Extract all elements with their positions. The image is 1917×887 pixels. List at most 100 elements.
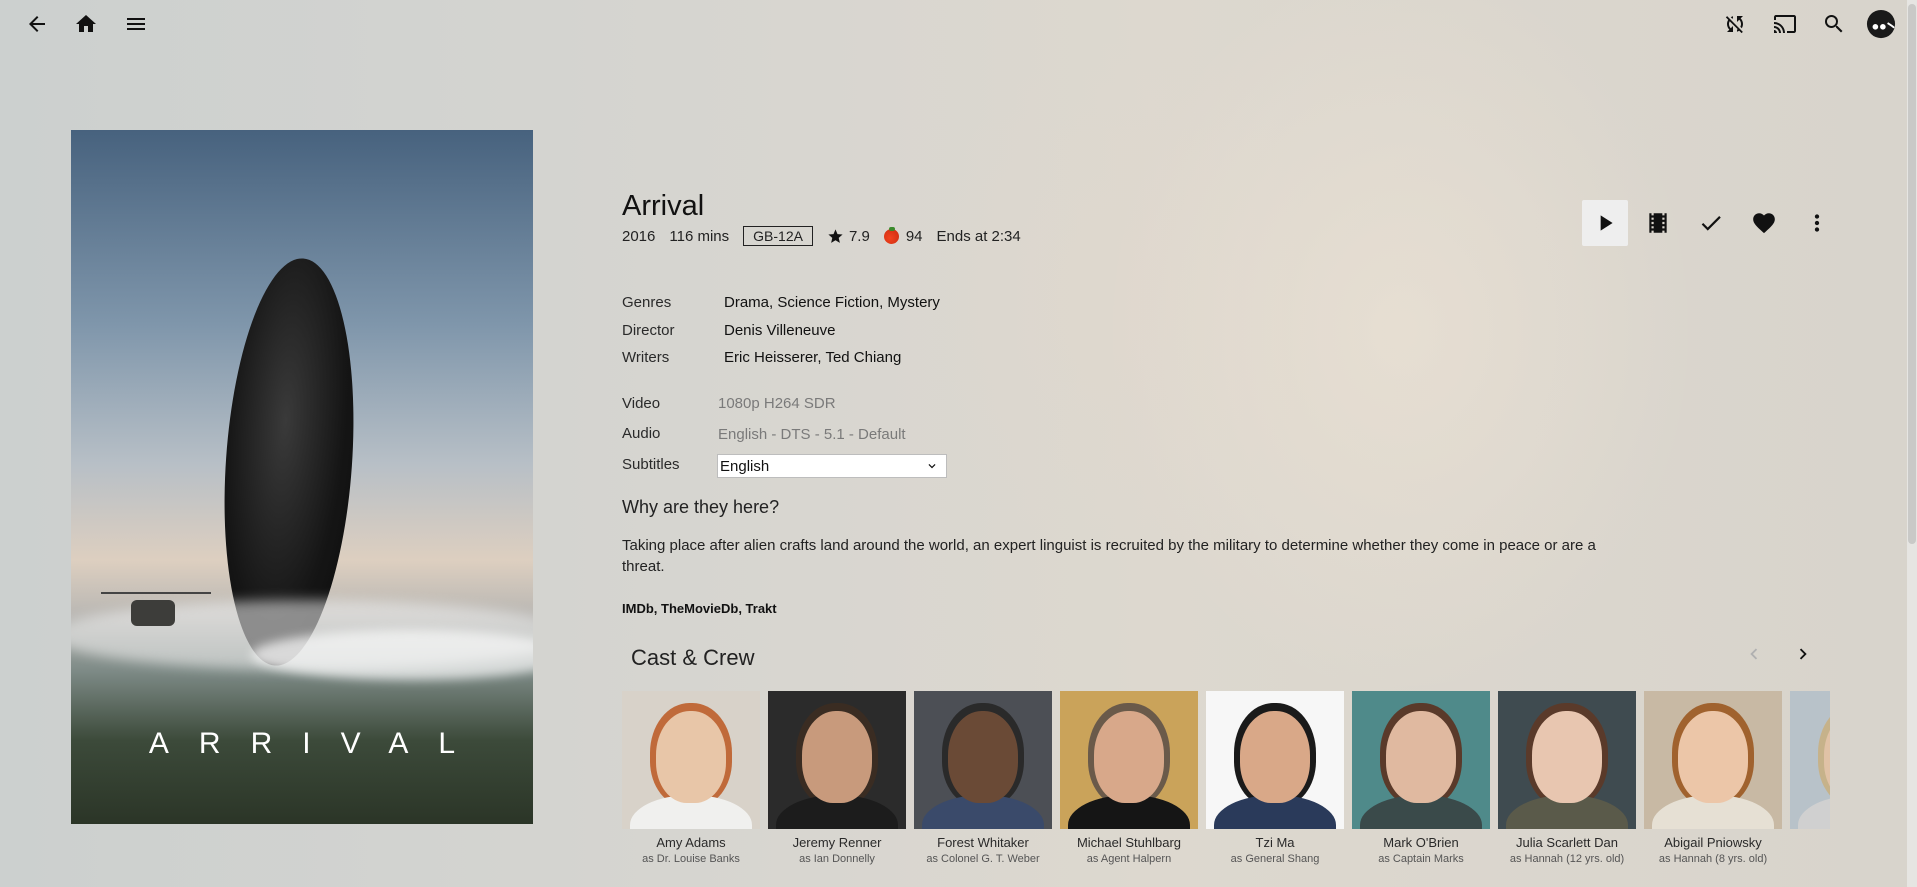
cast-card[interactable]: Tzi Ma as General Shang (1206, 691, 1344, 865)
cast-role: as Colonel G. T. Weber (926, 853, 1040, 865)
play-button[interactable] (1582, 200, 1628, 246)
cast-photo[interactable] (622, 691, 760, 829)
cast-role: as Agent Halpern (1086, 853, 1172, 865)
user-avatar-icon[interactable] (1866, 9, 1896, 39)
cast-name[interactable]: Michael Stuhlbarg (1060, 835, 1198, 850)
runtime: 116 mins (669, 227, 730, 245)
subtitles-select[interactable]: English (717, 454, 947, 478)
top-bar (0, 0, 1905, 50)
cast-photo[interactable] (1060, 691, 1198, 829)
scroll-prev-button[interactable] (1742, 642, 1766, 666)
check-icon (1701, 216, 1721, 231)
poster-helicopter (131, 600, 175, 626)
cast-card[interactable]: Amy Adams as Dr. Louise Banks (622, 691, 760, 865)
cast-photo[interactable] (1790, 691, 1830, 829)
imdb-link[interactable]: IMDb (622, 601, 654, 616)
cast-card[interactable]: Julia Scarlett Dan as Hannah (12 yrs. old… (1498, 691, 1636, 865)
cast-photo[interactable] (914, 691, 1052, 829)
subtitles-label: Subtitles (622, 456, 680, 473)
genre-link[interactable]: Drama (724, 294, 769, 311)
scrollbar-thumb[interactable] (1908, 4, 1916, 544)
cast-card[interactable]: Forest Whitaker as Colonel G. T. Weber (914, 691, 1052, 865)
cast-card[interactable]: Jeremy Renner as Ian Donnelly (768, 691, 906, 865)
tagline: Why are they here? (622, 497, 780, 517)
cast-name[interactable]: Tzi Ma (1206, 835, 1344, 850)
more-button[interactable] (1794, 200, 1840, 246)
writer-link[interactable]: Eric Heisserer (724, 349, 817, 366)
ends-at: Ends at 2:34 (936, 227, 1021, 245)
cast-photo[interactable] (768, 691, 906, 829)
cast-role: as Hannah (8 yrs. old) (1658, 853, 1768, 865)
year: 2016 (622, 227, 656, 245)
community-rating: 7.9 (848, 227, 870, 245)
cast-card[interactable]: Ja... as Ha... (1790, 691, 1830, 865)
genre-link[interactable]: Science Fiction (777, 294, 879, 311)
director-link[interactable]: Denis Villeneuve (724, 322, 835, 339)
cast-photo-face (948, 711, 1018, 803)
writer-link[interactable]: Ted Chiang (825, 349, 901, 366)
overview: Taking place after alien crafts land aro… (622, 537, 1596, 575)
cast-photo-face (1678, 711, 1748, 803)
home-icon[interactable] (71, 9, 101, 39)
cast-name[interactable]: Ja... (1790, 835, 1830, 850)
external-links: IMDb, TheMovieDb, Trakt (622, 601, 777, 616)
critic-rating: 94 (905, 227, 923, 245)
genre-link[interactable]: Mystery (887, 294, 940, 311)
cast-name[interactable]: Abigail Pniowsky (1644, 835, 1782, 850)
media-info: 2016 116 mins GB-12A 7.9 94 Ends at 2:34 (622, 226, 1035, 246)
page-scrollbar[interactable] (1907, 0, 1917, 887)
scroll-next-button[interactable] (1791, 642, 1815, 666)
video-value: 1080p H264 SDR (718, 395, 836, 412)
film-icon (1649, 213, 1667, 233)
favorite-button[interactable] (1741, 200, 1787, 246)
chevron-right-icon (1799, 648, 1807, 660)
cast-icon[interactable] (1770, 9, 1800, 39)
director-value: Denis Villeneuve (724, 322, 835, 339)
poster-image[interactable]: ARRIVAL (71, 130, 533, 824)
cast-photo[interactable] (1206, 691, 1344, 829)
cast-card[interactable]: Michael Stuhlbarg as Agent Halpern (1060, 691, 1198, 865)
video-label: Video (622, 395, 661, 412)
heart-icon (1753, 213, 1775, 234)
cast-photo[interactable] (1498, 691, 1636, 829)
trailer-button[interactable] (1635, 200, 1681, 246)
tmdb-link[interactable]: TheMovieDb (661, 601, 738, 616)
cast-card[interactable]: Mark O'Brien as Captain Marks (1352, 691, 1490, 865)
cast-photo-face (1386, 711, 1456, 803)
cast-name[interactable]: Julia Scarlett Dan (1498, 835, 1636, 850)
trakt-link[interactable]: Trakt (746, 601, 777, 616)
cast-photo-shoulders (1798, 795, 1830, 829)
cast-name[interactable]: Amy Adams (622, 835, 760, 850)
cast-name[interactable]: Mark O'Brien (1352, 835, 1490, 850)
poster-cloud (251, 630, 533, 680)
cast-name[interactable]: Jeremy Renner (768, 835, 906, 850)
cast-list: Amy Adams as Dr. Louise Banks Jeremy Renne… (622, 691, 1830, 887)
page-title: Arrival (622, 190, 705, 222)
cast-photo-face (656, 711, 726, 803)
cast-name[interactable]: Forest Whitaker (914, 835, 1052, 850)
cast-card[interactable]: Abigail Pniowsky as Hannah (8 yrs. old) (1644, 691, 1782, 865)
star-icon (828, 228, 843, 243)
cast-role: as Captain Marks (1378, 853, 1464, 865)
cast-role: as Ian Donnelly (799, 853, 875, 865)
cast-photo-face (1094, 711, 1164, 803)
action-buttons (1582, 200, 1847, 246)
cast-photo-face (1532, 711, 1602, 803)
director-label: Director (622, 322, 675, 339)
cast-role: as Hannah (12 yrs. old) (1509, 853, 1625, 865)
mark-played-button[interactable] (1688, 200, 1734, 246)
cast-role: as Ha... (1790, 853, 1830, 865)
sync-disabled-icon[interactable] (1720, 9, 1750, 39)
chevron-left-icon (1750, 648, 1758, 660)
arrow-left-icon[interactable] (22, 9, 52, 39)
writers-value: Eric Heisserer, Ted Chiang (724, 349, 902, 366)
search-icon[interactable] (1819, 9, 1849, 39)
poster-helicopter-rotor (101, 592, 211, 594)
audio-value: English - DTS - 5.1 - Default (718, 426, 906, 443)
cast-photo[interactable] (1352, 691, 1490, 829)
cast-role: as General Shang (1230, 853, 1320, 865)
hamburger-menu-icon[interactable] (121, 9, 151, 39)
cast-photo[interactable] (1644, 691, 1782, 829)
more-vertical-icon (1814, 214, 1820, 232)
subtitles-selected-value: English (720, 457, 770, 475)
